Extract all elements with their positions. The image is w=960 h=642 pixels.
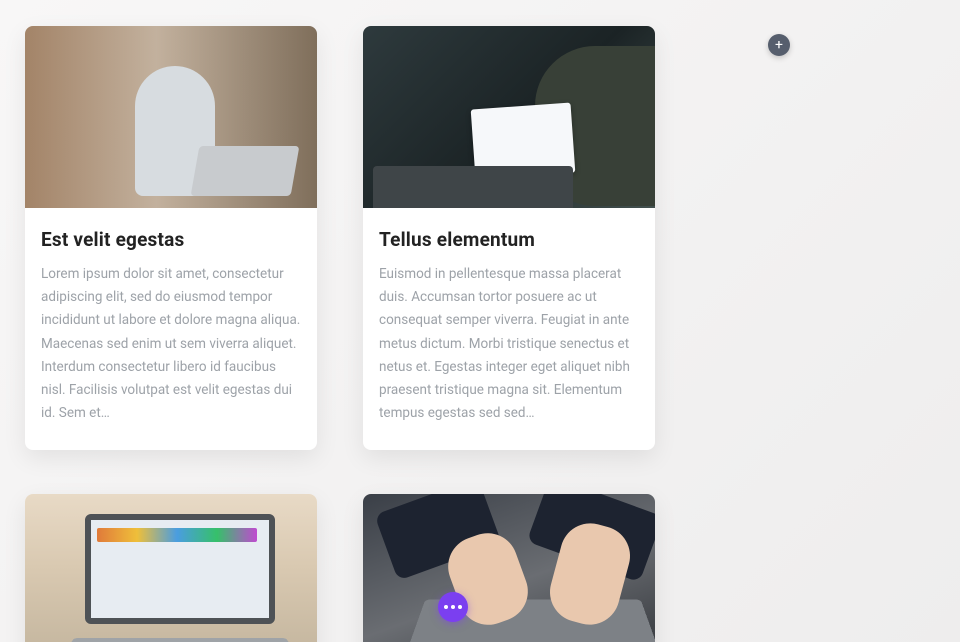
- plus-icon: +: [775, 38, 783, 52]
- card-image: [363, 26, 655, 208]
- blog-card[interactable]: [363, 494, 655, 642]
- card-excerpt: Lorem ipsum dolor sit amet, consectetur …: [41, 263, 301, 426]
- card-image: [363, 494, 655, 642]
- blog-card[interactable]: Est velit egestas Lorem ipsum dolor sit …: [25, 26, 317, 450]
- card-body: Tellus elementum Euismod in pellentesque…: [363, 208, 655, 450]
- card-grid: Est velit egestas Lorem ipsum dolor sit …: [0, 0, 960, 642]
- card-body: Est velit egestas Lorem ipsum dolor sit …: [25, 208, 317, 450]
- add-button[interactable]: +: [768, 34, 790, 56]
- card-title: Est velit egestas: [41, 228, 301, 251]
- card-excerpt: Euismod in pellentesque massa placerat d…: [379, 263, 639, 426]
- more-icon: [444, 605, 462, 609]
- card-image: [25, 494, 317, 642]
- blog-card[interactable]: Tellus elementum Euismod in pellentesque…: [363, 26, 655, 450]
- card-image: [25, 26, 317, 208]
- card-title: Tellus elementum: [379, 228, 639, 251]
- blog-card[interactable]: [25, 494, 317, 642]
- more-button[interactable]: [438, 592, 468, 622]
